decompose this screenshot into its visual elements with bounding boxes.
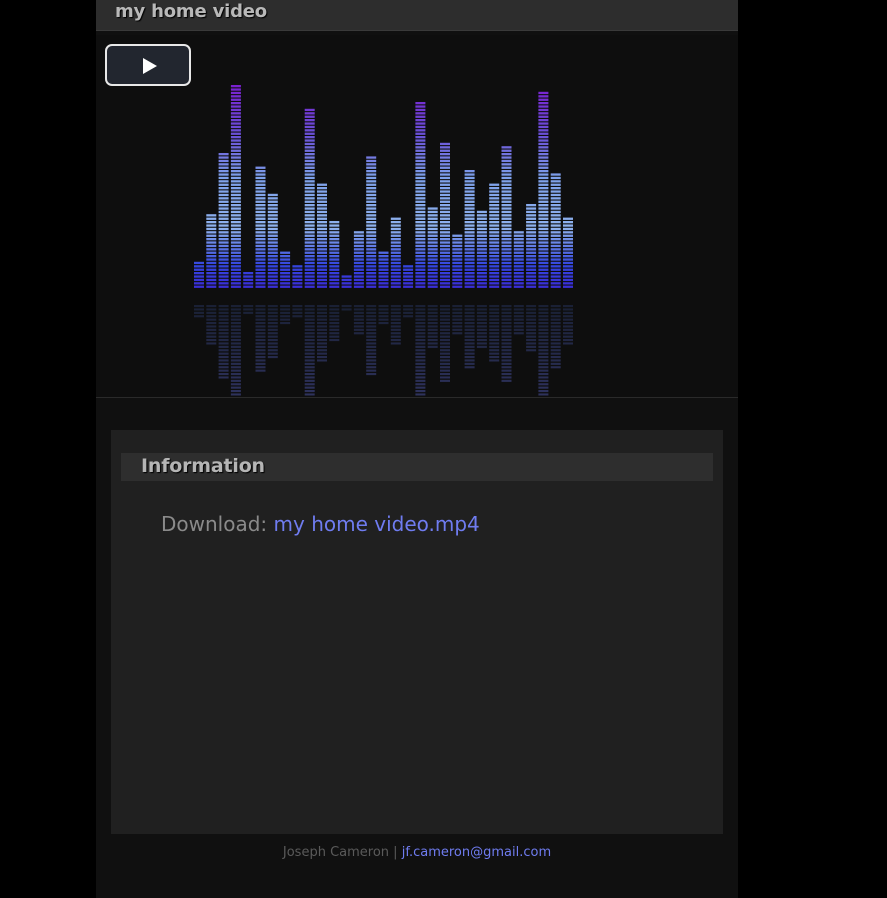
equalizer-bar <box>538 91 549 288</box>
equalizer-bar <box>464 170 475 288</box>
equalizer-bar <box>489 183 500 288</box>
equalizer-bar-reflection <box>230 305 241 396</box>
equalizer-bar <box>452 234 463 288</box>
equalizer-bar <box>427 207 438 288</box>
equalizer-bar-reflection <box>218 305 229 379</box>
equalizer-bar-reflection <box>452 305 463 335</box>
equalizer-bar <box>194 261 204 288</box>
equalizer-bar-reflection <box>267 305 278 359</box>
download-row: Download: my home video.mp4 <box>161 512 480 536</box>
information-panel: Information Download: my home video.mp4 <box>111 430 723 834</box>
equalizer-bar <box>415 102 426 288</box>
equalizer-bar <box>476 210 487 288</box>
equalizer-bar-reflection <box>476 305 487 348</box>
equalizer-bar-reflection <box>243 305 254 314</box>
equalizer-bar-reflection <box>304 305 315 396</box>
equalizer-bar <box>280 251 291 288</box>
equalizer-bar <box>403 265 414 288</box>
equalizer-bar-reflection <box>403 305 414 318</box>
equalizer-bar <box>341 275 352 288</box>
play-button[interactable] <box>105 44 191 86</box>
equalizer-bar <box>378 251 389 288</box>
equalizer-bar-reflection <box>415 305 426 396</box>
equalizer-bar-reflection <box>353 305 364 335</box>
equalizer-bar <box>513 231 524 288</box>
equalizer-bar <box>329 221 340 288</box>
equalizer-bar-reflection <box>292 305 303 318</box>
equalizer-bar <box>206 214 217 288</box>
equalizer-bar <box>317 183 327 288</box>
equalizer-bar-reflection <box>280 305 291 325</box>
equalizer-bar <box>267 193 278 288</box>
footer-email-link[interactable]: jf.cameron@gmail.com <box>402 845 551 860</box>
equalizer-bar <box>390 217 401 288</box>
information-heading: Information <box>141 455 265 477</box>
equalizer-bar-reflection <box>390 305 401 345</box>
video-player[interactable] <box>96 35 738 398</box>
download-label: Download: <box>161 512 268 536</box>
equalizer-bar-reflection <box>550 305 561 369</box>
equalizer-bar-reflection <box>538 305 549 396</box>
equalizer-bar <box>255 166 266 288</box>
page-container: my home video Information Download: my h… <box>96 0 738 898</box>
equalizer-bar-reflection <box>489 305 500 362</box>
equalizer-bar <box>292 265 303 288</box>
equalizer-bar-reflection <box>427 305 438 348</box>
equalizer-bar <box>550 173 561 288</box>
equalizer-bar-reflection <box>194 305 204 318</box>
equalizer-bar <box>563 217 573 288</box>
equalizer-bar-reflection <box>378 305 389 325</box>
equalizer-bar <box>353 231 364 288</box>
footer: Joseph Cameron | jf.cameron@gmail.com <box>96 845 738 860</box>
equalizer-bar-reflection <box>526 305 537 352</box>
equalizer-bar-reflection <box>366 305 377 376</box>
equalizer-bar-reflection <box>317 305 327 362</box>
equalizer-bar <box>218 153 229 288</box>
play-icon <box>143 58 157 74</box>
equalizer-bar-reflection <box>255 305 266 372</box>
equalizer-bar <box>526 204 537 288</box>
equalizer-bar <box>366 156 377 288</box>
equalizer-bar-reflection <box>464 305 475 369</box>
equalizer-bar-reflection <box>206 305 217 345</box>
equalizer-bar-reflection <box>563 305 573 345</box>
information-header: Information <box>121 453 713 481</box>
title-bar: my home video <box>96 0 738 31</box>
page-title: my home video <box>115 1 267 22</box>
download-link[interactable]: my home video.mp4 <box>274 512 480 536</box>
equalizer-visualization <box>194 85 573 396</box>
footer-separator: | <box>393 845 398 860</box>
equalizer-bar-reflection <box>501 305 512 382</box>
equalizer-bar-reflection <box>513 305 524 335</box>
equalizer-bar <box>501 146 512 288</box>
equalizer-bar-reflection <box>329 305 340 342</box>
equalizer-bar-reflection <box>440 305 450 382</box>
equalizer-bar-reflection <box>341 305 352 311</box>
equalizer-bar <box>243 272 254 288</box>
equalizer-bar <box>230 85 241 288</box>
equalizer-bar <box>440 142 450 288</box>
equalizer-bar <box>304 108 315 288</box>
footer-author: Joseph Cameron <box>282 845 390 860</box>
